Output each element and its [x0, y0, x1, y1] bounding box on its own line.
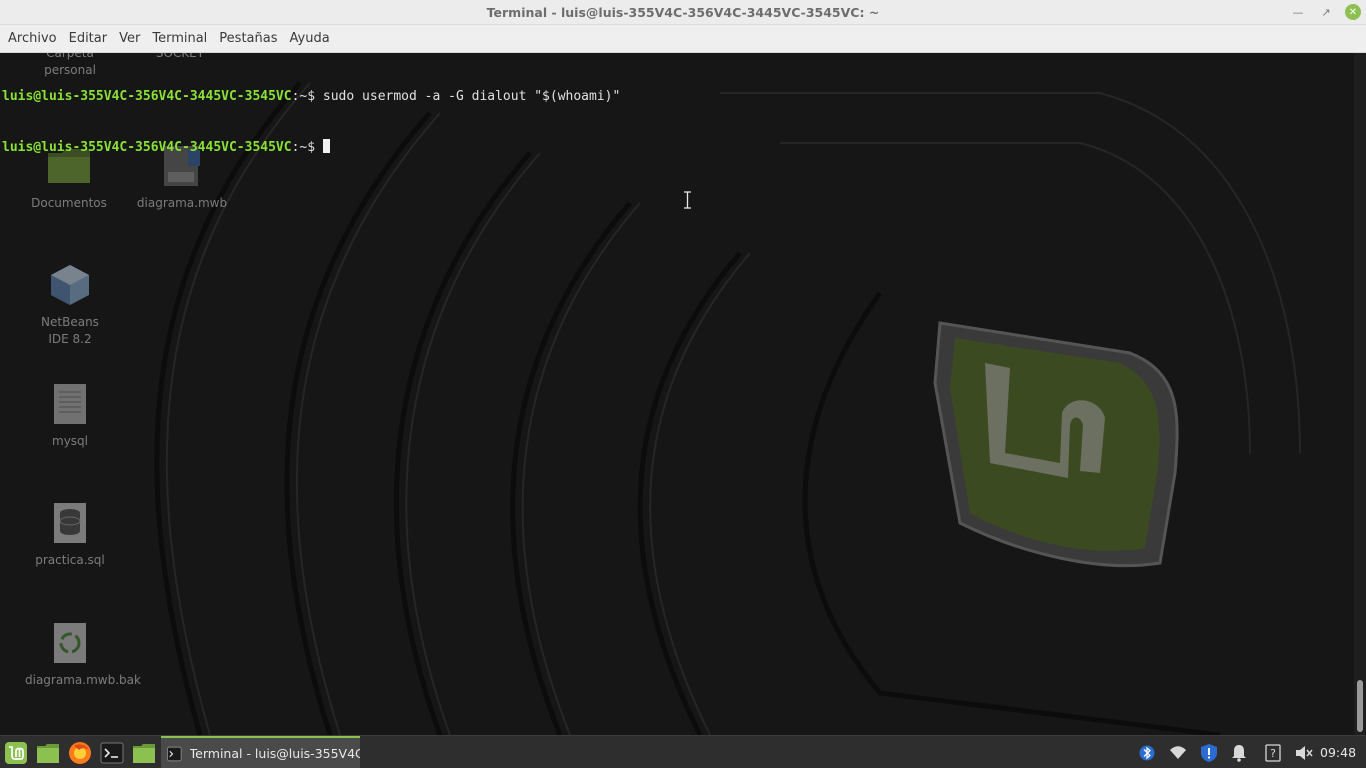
bell-icon — [1232, 744, 1246, 762]
show-desktop-button[interactable] — [34, 739, 62, 767]
terminal-line: luis@luis-355V4C-356V4C-3445VC-3545VC:~$… — [2, 88, 620, 105]
terminal-line: luis@luis-355V4C-356V4C-3445VC-3545VC:~$ — [2, 139, 620, 156]
help-tray[interactable]: ? — [1262, 736, 1284, 768]
desktop-icon-netbeans[interactable]: NetBeans IDE 8.2 — [20, 262, 120, 348]
prompt-user: luis@luis-355V4C-356V4C-3445VC-3545VC — [2, 89, 292, 104]
terminal-icon — [167, 746, 182, 761]
desktop-icon-label: NetBeans IDE 8.2 — [41, 315, 99, 346]
desktop-folder-icon — [37, 744, 59, 763]
menu-ayuda[interactable]: Ayuda — [284, 25, 336, 53]
text-cursor — [322, 139, 330, 153]
menu-bar: Archivo Editar Ver Terminal Pestañas Ayu… — [0, 25, 1366, 53]
text-file-icon — [47, 381, 93, 427]
network-tray[interactable] — [1167, 736, 1189, 768]
menu-ver[interactable]: Ver — [113, 25, 146, 53]
scrollbar-thumb[interactable] — [1357, 680, 1363, 732]
firefox-icon — [69, 742, 91, 764]
terminal-launcher[interactable] — [98, 739, 126, 767]
prompt-user: luis@luis-355V4C-356V4C-3445VC-3545VC — [2, 140, 292, 155]
files-launcher[interactable] — [130, 739, 158, 767]
speaker-icon — [1296, 745, 1313, 760]
notifications-tray[interactable] — [1228, 736, 1250, 768]
help-icon: ? — [1265, 743, 1281, 762]
title-bar[interactable]: Terminal - luis@luis-355V4C-356V4C-3445V… — [0, 0, 1366, 25]
taskbar: Terminal - luis@luis-355V4C... ? 09:48 — [0, 735, 1366, 768]
desktop-icon-label: mysql — [52, 434, 88, 448]
maximize-button[interactable]: ↗ — [1318, 4, 1334, 20]
linux-mint-icon — [5, 742, 27, 764]
mint-menu-button[interactable] — [2, 739, 30, 767]
terminal-scrollbar[interactable] — [1354, 53, 1366, 735]
terminal-icon — [100, 742, 124, 764]
menu-pestanas[interactable]: Pestañas — [213, 25, 283, 53]
menu-terminal[interactable]: Terminal — [146, 25, 213, 53]
mouse-ibeam-cursor-icon — [684, 191, 691, 209]
firefox-launcher[interactable] — [66, 739, 94, 767]
taskbar-window-label: Terminal - luis@luis-355V4C... — [189, 746, 360, 761]
clock[interactable]: 09:48 — [1320, 736, 1356, 768]
terminal-area[interactable]: Carpeta personal SOCKET Documentos diagr… — [0, 53, 1354, 735]
prompt-path: :~$ — [291, 89, 323, 104]
netbeans-icon — [47, 262, 93, 308]
desktop-icon-label: Documentos — [31, 196, 107, 210]
bluetooth-tray[interactable] — [1136, 736, 1158, 768]
terminal-output[interactable]: luis@luis-355V4C-356V4C-3445VC-3545VC:~$… — [2, 54, 620, 190]
minimize-button[interactable]: — — [1290, 4, 1306, 20]
desktop-icon-diagrama-bak[interactable]: diagrama.mwb.bak — [20, 620, 141, 689]
terminal-command: sudo usermod -a -G dialout "$(whoami)" — [322, 89, 621, 104]
close-button[interactable]: ✕ — [1345, 4, 1361, 20]
desktop-icon-label: practica.sql — [35, 553, 105, 567]
shield-icon — [1201, 743, 1217, 762]
menu-editar[interactable]: Editar — [63, 25, 114, 53]
desktop-icon-label: diagrama.mwb.bak — [25, 673, 141, 687]
update-manager-tray[interactable] — [1198, 736, 1220, 768]
prompt-path: :~$ — [291, 140, 323, 155]
taskbar-window-terminal[interactable]: Terminal - luis@luis-355V4C... — [161, 736, 360, 768]
folder-icon — [133, 744, 155, 763]
wifi-icon — [1170, 745, 1186, 759]
database-icon — [47, 500, 93, 546]
volume-tray[interactable] — [1293, 736, 1315, 768]
desktop-icon-mysql[interactable]: mysql — [20, 381, 120, 450]
bluetooth-icon — [1139, 745, 1155, 760]
window-title: Terminal - luis@luis-355V4C-356V4C-3445V… — [486, 5, 880, 20]
recycle-icon — [47, 620, 93, 666]
desktop-icon-label: diagrama.mwb — [136, 196, 228, 210]
desktop-icon-practica[interactable]: practica.sql — [20, 500, 120, 569]
svg-text:?: ? — [1270, 747, 1276, 760]
menu-archivo[interactable]: Archivo — [2, 25, 63, 53]
